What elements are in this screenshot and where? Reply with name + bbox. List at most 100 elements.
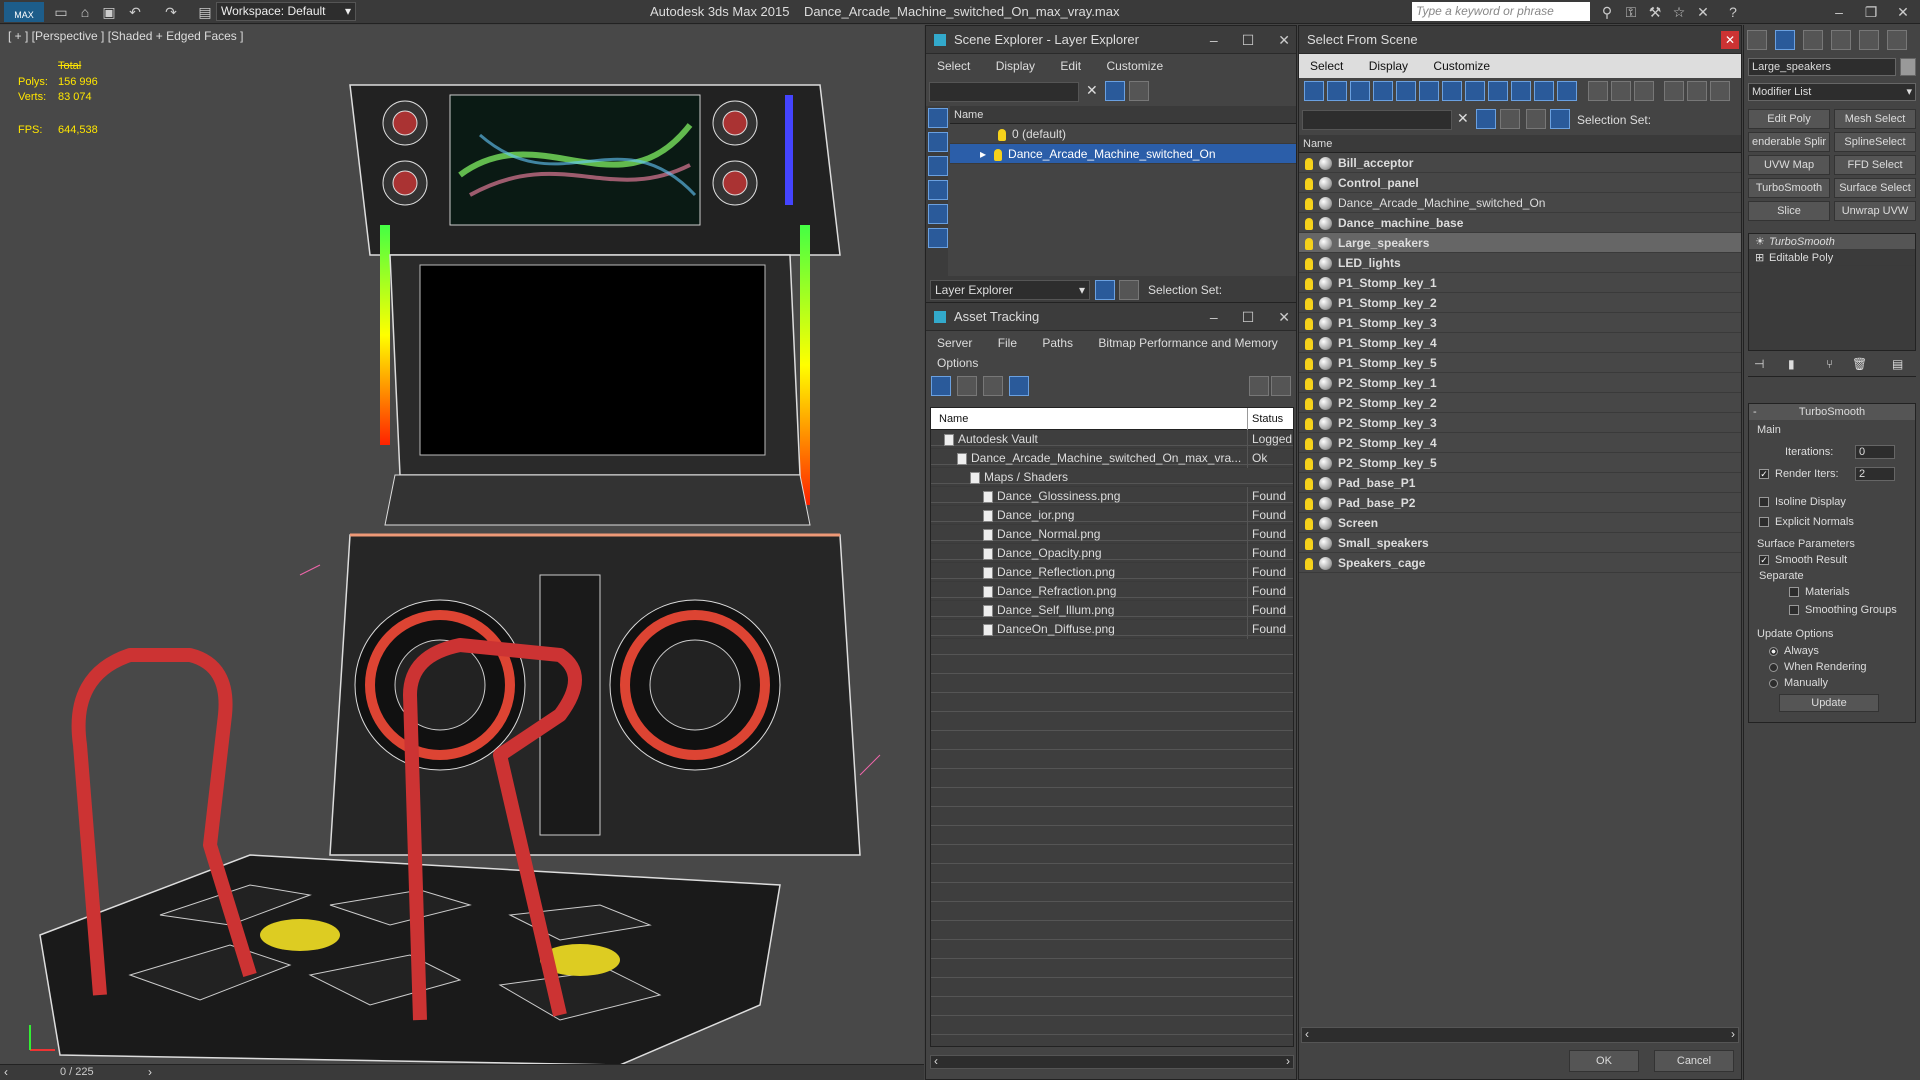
minimize-icon[interactable]: – xyxy=(1828,2,1850,22)
object-row[interactable]: Speakers_cage xyxy=(1299,553,1741,573)
help-icon[interactable]: ? xyxy=(1722,2,1744,22)
menu-customize[interactable]: Customize xyxy=(1433,59,1490,73)
menu-server[interactable]: Server xyxy=(937,336,972,350)
minimize-icon[interactable]: – xyxy=(1210,32,1218,48)
clear-search-icon[interactable]: ✕ xyxy=(1457,110,1469,127)
object-row[interactable]: Bill_acceptor xyxy=(1299,153,1741,173)
menu-bitmap-performance[interactable]: Bitmap Performance and Memory xyxy=(1098,336,1277,350)
asset-row[interactable]: Dance_Arcade_Machine_switched_On_max_vra… xyxy=(931,449,1293,468)
object-row[interactable]: P1_Stomp_key_1 xyxy=(1299,273,1741,293)
object-row[interactable]: Dance_machine_base xyxy=(1299,213,1741,233)
project-folder-icon[interactable]: ▤ xyxy=(194,2,216,22)
app-logo[interactable]: MAX xyxy=(4,2,44,22)
scene-explorer-search-input[interactable] xyxy=(929,82,1079,102)
close-icon[interactable]: ✕ xyxy=(1721,31,1739,49)
isoline-display-checkbox[interactable] xyxy=(1759,497,1769,508)
lightbulb-icon[interactable] xyxy=(1305,537,1313,550)
lightbulb-icon[interactable] xyxy=(1305,477,1313,490)
modify-tab-icon[interactable] xyxy=(1775,30,1795,50)
large-speaker-right[interactable] xyxy=(609,599,781,771)
layers-options-icon[interactable] xyxy=(1129,81,1149,101)
menu-display[interactable]: Display xyxy=(996,59,1035,73)
display-spacewarps-icon[interactable] xyxy=(928,228,948,248)
filter-spacewarps-icon[interactable] xyxy=(1419,81,1439,101)
lightbulb-icon[interactable] xyxy=(1305,297,1313,310)
search-input[interactable]: Type a keyword or phrase xyxy=(1412,2,1590,21)
modifier-button[interactable]: Slice xyxy=(1748,201,1830,221)
filter-bones-icon[interactable] xyxy=(1488,81,1508,101)
maximize-icon[interactable]: ☐ xyxy=(1242,32,1255,48)
object-row[interactable]: Screen xyxy=(1299,513,1741,533)
expand-icon[interactable]: ⊞ xyxy=(1755,250,1764,266)
object-name-field[interactable]: Large_speakers xyxy=(1748,58,1896,76)
display-lights-icon[interactable] xyxy=(928,156,948,176)
chevron-right-icon[interactable]: › xyxy=(1731,1027,1735,1041)
restore-icon[interactable]: ❐ xyxy=(1860,2,1882,22)
object-row[interactable]: P2_Stomp_key_5 xyxy=(1299,453,1741,473)
menu-options[interactable]: Options xyxy=(937,356,978,370)
binoculars-icon[interactable]: ⚲ xyxy=(1596,2,1618,22)
menu-file[interactable]: File xyxy=(998,336,1017,350)
object-column-name[interactable]: Name xyxy=(1299,135,1741,153)
filter-groups-icon[interactable] xyxy=(1442,81,1462,101)
modifier-list-dropdown[interactable]: Modifier List ▾ xyxy=(1748,83,1916,101)
key-icon[interactable]: ⚿ xyxy=(1620,2,1642,22)
select-invert-icon[interactable] xyxy=(1634,81,1654,101)
update-button[interactable]: Update xyxy=(1779,694,1879,712)
lightbulb-icon[interactable] xyxy=(1305,197,1313,210)
asset-row[interactable]: Maps / Shaders xyxy=(931,468,1293,487)
utilities-tab-icon[interactable] xyxy=(1887,30,1907,50)
explicit-normals-checkbox[interactable] xyxy=(1759,517,1769,528)
object-row[interactable]: Dance_Arcade_Machine_switched_On xyxy=(1299,193,1741,213)
rollout-header[interactable]: - TurboSmooth xyxy=(1749,404,1915,420)
refresh-icon[interactable] xyxy=(931,376,951,396)
star-icon[interactable]: ☆ xyxy=(1668,2,1690,22)
object-row[interactable]: LED_lights xyxy=(1299,253,1741,273)
lightbulb-icon[interactable] xyxy=(1305,237,1313,250)
lightbulb-icon[interactable] xyxy=(1305,517,1313,530)
filter-shapes-icon[interactable] xyxy=(1327,81,1347,101)
asset-row[interactable]: Dance_Glossiness.png Found xyxy=(931,487,1293,506)
filter-lights-icon[interactable] xyxy=(1350,81,1370,101)
object-row[interactable]: P2_Stomp_key_1 xyxy=(1299,373,1741,393)
tools-icon[interactable]: ⚒ xyxy=(1644,2,1666,22)
object-list-horizontal-scrollbar[interactable]: ‹ › xyxy=(1301,1027,1739,1043)
funnel-icon[interactable] xyxy=(1664,81,1684,101)
menu-display[interactable]: Display xyxy=(1369,59,1408,73)
filter-geometry-icon[interactable] xyxy=(1304,81,1324,101)
workspace-dropdown[interactable]: Workspace: Default ▾ xyxy=(216,2,356,21)
pin-stack-icon[interactable]: ⊣ xyxy=(1754,357,1764,371)
iterations-spinner[interactable]: 0 xyxy=(1855,445,1895,459)
modifier-button[interactable]: Edit Poly xyxy=(1748,109,1830,129)
modifier-button[interactable]: UVW Map xyxy=(1748,155,1830,175)
layer-row-default[interactable]: 0 (default) xyxy=(950,124,1296,144)
minimize-icon[interactable]: – xyxy=(1210,309,1218,325)
modifier-button[interactable]: FFD Select xyxy=(1834,155,1916,175)
select-all-icon[interactable] xyxy=(1588,81,1608,101)
chevron-right-icon[interactable]: › xyxy=(148,1065,152,1079)
menu-select[interactable]: Select xyxy=(1310,59,1343,73)
close-icon[interactable]: ✕ xyxy=(1892,2,1914,22)
lightbulb-icon[interactable] xyxy=(994,148,1003,161)
layer-explorer-dropdown[interactable]: Layer Explorer ▾ xyxy=(930,280,1090,300)
hierarchy-mode-icon[interactable] xyxy=(1550,109,1570,129)
display-shapes-icon[interactable] xyxy=(928,132,948,152)
lightbulb-icon[interactable] xyxy=(1305,277,1313,290)
modifier-button[interactable]: Mesh Select xyxy=(1834,109,1916,129)
object-row[interactable]: P1_Stomp_key_4 xyxy=(1299,333,1741,353)
layers-icon[interactable] xyxy=(1500,109,1520,129)
ok-button[interactable]: OK xyxy=(1569,1050,1639,1072)
asset-row[interactable]: Dance_Reflection.png Found xyxy=(931,563,1293,582)
help-icon[interactable] xyxy=(1249,376,1269,396)
chevron-right-icon[interactable]: › xyxy=(1286,1054,1290,1068)
smoothing-groups-checkbox[interactable] xyxy=(1789,605,1799,616)
motion-tab-icon[interactable] xyxy=(1831,30,1851,50)
scene-explorer-column-name[interactable]: Name xyxy=(950,106,1296,124)
hierarchy-icon[interactable] xyxy=(1119,280,1139,300)
lightbulb-icon[interactable] xyxy=(1305,317,1313,330)
lightbulb-icon[interactable] xyxy=(1305,157,1313,170)
maximize-icon[interactable]: ☐ xyxy=(1242,309,1255,325)
lightbulb-icon[interactable] xyxy=(1305,177,1313,190)
make-unique-icon[interactable]: ⑂ xyxy=(1826,357,1833,371)
object-row[interactable]: Small_speakers xyxy=(1299,533,1741,553)
